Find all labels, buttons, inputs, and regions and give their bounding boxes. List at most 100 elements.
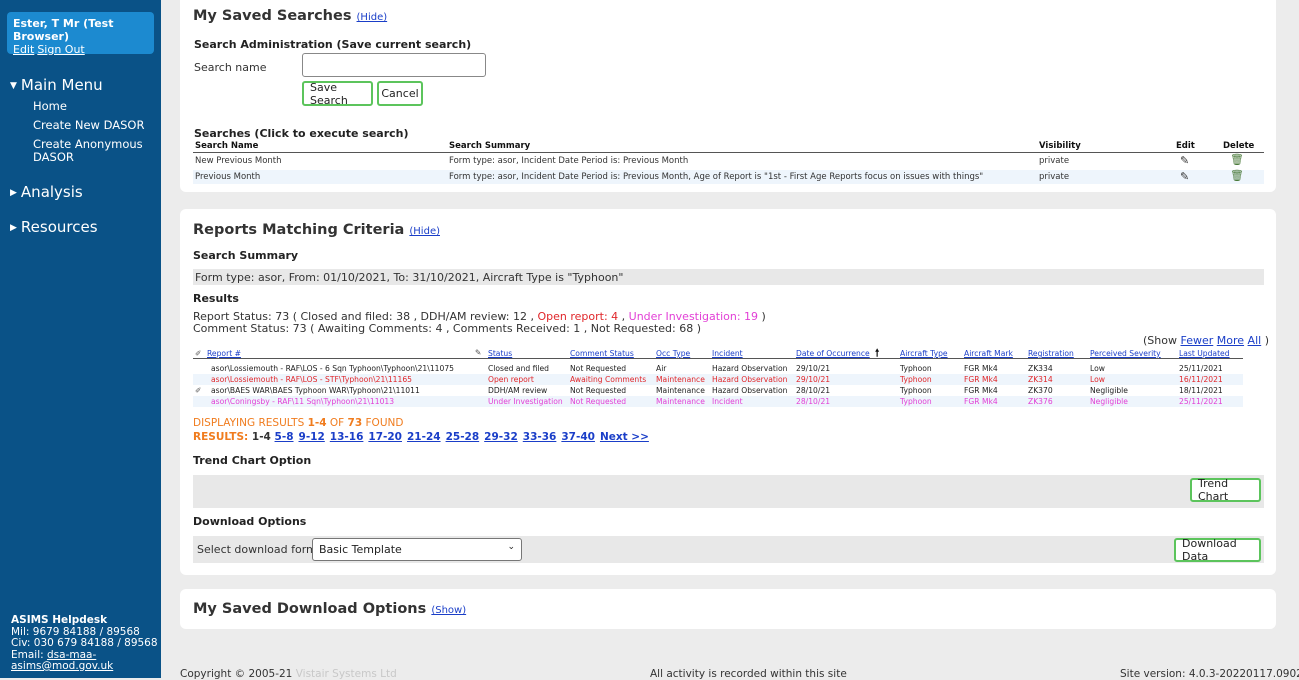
result-registration: ZK376 xyxy=(1028,397,1053,406)
displaying-range: 1-4 xyxy=(307,417,327,429)
save-search-button[interactable]: Save Search xyxy=(302,81,373,107)
results-row[interactable]: ✐ asor\BAES WAR\BAES Typhoon WAR\Typhoon\… xyxy=(193,385,1243,396)
result-aircraft-mark: FGR Mk4 xyxy=(964,397,998,406)
result-incident: Incident xyxy=(712,397,743,406)
download-data-button[interactable]: Download Data xyxy=(1174,537,1261,563)
cancel-button[interactable]: Cancel xyxy=(377,81,423,106)
saved-search-row[interactable]: New Previous Month Form type: asor, Inci… xyxy=(193,153,1264,168)
col-status[interactable]: Status xyxy=(488,349,512,358)
footer-copyright: Copyright © 2005-21 Vistair Systems Ltd xyxy=(180,668,397,680)
company-name: Vistair Systems Ltd xyxy=(295,668,397,680)
result-comment-status: Awaiting Comments xyxy=(570,375,647,384)
result-occ-type: Air xyxy=(656,364,667,373)
result-comment-status: Not Requested xyxy=(570,364,627,373)
result-aircraft-type: Typhoon xyxy=(900,375,932,384)
result-aircraft-mark: FGR Mk4 xyxy=(964,364,998,373)
search-name-input[interactable] xyxy=(302,53,486,77)
edit-pencil-icon[interactable]: ✎ xyxy=(1180,170,1189,183)
pager-link[interactable]: 25-28 xyxy=(446,431,480,443)
results-row[interactable]: asor\Lossiemouth - RAF\LOS - 6 Sqn Typho… xyxy=(193,363,1243,374)
results-label: Results xyxy=(193,292,239,305)
pager-link[interactable]: 17-20 xyxy=(368,431,402,443)
saved-search-summary: Form type: asor, Incident Date Period is… xyxy=(449,156,689,166)
col-comment-status[interactable]: Comment Status xyxy=(570,349,634,358)
results-row[interactable]: asor\Coningsby - RAF\11 Sqn\Typhoon\21\1… xyxy=(193,396,1243,407)
displaying-suffix: FOUND xyxy=(362,417,404,429)
analysis-label: Analysis xyxy=(20,183,83,201)
results-header: ✐ Report # ✎ Status Comment Status Occ T… xyxy=(193,348,1243,359)
trend-chart-label: Trend Chart Option xyxy=(193,454,312,467)
col-incident[interactable]: Incident xyxy=(712,349,743,358)
footer-site-version: Site version: 4.0.3-20220117.090204 xyxy=(1120,668,1299,680)
saved-downloads-show-link[interactable]: (Show) xyxy=(431,605,466,616)
main-menu-toggle[interactable]: ▼ Main Menu xyxy=(10,76,103,94)
sort-up-arrow-icon[interactable]: 🠕 xyxy=(875,346,879,363)
pager-link[interactable]: 37-40 xyxy=(561,431,595,443)
show-columns-control: (Show Fewer More All ) xyxy=(1143,334,1269,347)
download-format-value: Basic Template xyxy=(319,543,402,556)
analysis-menu-toggle[interactable]: ▶ Analysis xyxy=(10,183,83,201)
sidebar: Ester, T Mr (Test Browser) Edit Sign Out … xyxy=(0,0,161,678)
pager-links: 5-8 9-12 13-16 17-20 21-24 25-28 29-32 33-36 37-… xyxy=(275,431,654,443)
result-date: 29/10/21 xyxy=(796,364,831,373)
result-last-updated: 25/11/2021 xyxy=(1179,397,1223,406)
col-aircraft-type[interactable]: Aircraft Type xyxy=(900,349,948,358)
resources-menu-toggle[interactable]: ▶ Resources xyxy=(10,218,98,236)
resources-label: Resources xyxy=(20,218,98,236)
show-prefix: (Show xyxy=(1143,334,1177,347)
result-incident: Hazard Observation xyxy=(712,364,788,373)
pager-link[interactable]: 5-8 xyxy=(275,431,294,443)
col-report-number[interactable]: Report # xyxy=(207,349,241,358)
col-registration[interactable]: Registration xyxy=(1028,349,1074,358)
result-report-number[interactable]: asor\BAES WAR\BAES Typhoon WAR\Typhoon\2… xyxy=(211,386,420,395)
sign-out-link[interactable]: Sign Out xyxy=(37,43,84,56)
delete-trash-icon[interactable]: 🗑 xyxy=(1230,169,1244,182)
saved-searches-header: Search Name Search Summary Visibility Ed… xyxy=(193,139,1264,153)
pager-link[interactable]: 13-16 xyxy=(330,431,364,443)
saved-downloads-panel: My Saved Download Options (Show) xyxy=(180,589,1276,629)
col-last-updated[interactable]: Last Updated xyxy=(1179,349,1230,358)
search-admin-label: Search Administration (Save current sear… xyxy=(194,38,472,51)
menu-item-create-anonymous-dasor[interactable]: Create Anonymous DASOR xyxy=(33,138,143,164)
edit-profile-link[interactable]: Edit xyxy=(13,43,34,56)
search-summary-label: Search Summary xyxy=(193,249,299,262)
pager-link[interactable]: 33-36 xyxy=(523,431,557,443)
pager-link[interactable]: 9-12 xyxy=(299,431,325,443)
saved-searches-title-text: My Saved Searches xyxy=(193,8,352,24)
pager-link[interactable]: 21-24 xyxy=(407,431,441,443)
pager-next-link[interactable]: Next >> xyxy=(600,431,649,443)
result-last-updated: 25/11/2021 xyxy=(1179,364,1223,373)
col-perceived-severity[interactable]: Perceived Severity xyxy=(1090,349,1161,358)
pin-icon: ✐ xyxy=(195,386,202,395)
col-occ-type[interactable]: Occ Type xyxy=(656,349,690,358)
show-more-link[interactable]: More xyxy=(1217,334,1244,347)
caret-right-icon: ▶ xyxy=(10,223,17,233)
show-fewer-link[interactable]: Fewer xyxy=(1180,334,1213,347)
col-date-of-occurrence[interactable]: Date of Occurrence xyxy=(796,349,870,358)
pager-link[interactable]: 29-32 xyxy=(484,431,518,443)
saved-searches-hide-link[interactable]: (Hide) xyxy=(357,12,388,23)
menu-item-home[interactable]: Home xyxy=(33,100,67,113)
saved-search-name[interactable]: Previous Month xyxy=(195,172,260,182)
result-comment-status: Not Requested xyxy=(570,386,627,395)
result-report-number[interactable]: asor\Coningsby - RAF\11 Sqn\Typhoon\21\1… xyxy=(211,397,394,406)
saved-search-name[interactable]: New Previous Month xyxy=(195,156,282,166)
result-report-number[interactable]: asor\Lossiemouth - RAF\LOS - STF\Typhoon… xyxy=(211,375,412,384)
displaying-prefix: DISPLAYING RESULTS xyxy=(193,417,308,429)
col-delete: Delete xyxy=(1223,141,1255,151)
edit-column-icon: ✎ xyxy=(475,348,482,357)
menu-item-create-new-dasor[interactable]: Create New DASOR xyxy=(33,119,144,132)
result-report-number[interactable]: asor\Lossiemouth - RAF\LOS - 6 Sqn Typho… xyxy=(211,364,454,373)
show-all-link[interactable]: All xyxy=(1248,334,1262,347)
pager-current: 1-4 xyxy=(251,431,271,443)
reports-hide-link[interactable]: (Hide) xyxy=(409,226,440,237)
download-format-select[interactable]: Basic Template ⌄ xyxy=(312,538,522,561)
displaying-of: OF xyxy=(326,417,348,429)
result-aircraft-type: Typhoon xyxy=(900,364,932,373)
col-aircraft-mark[interactable]: Aircraft Mark xyxy=(964,349,1013,358)
delete-trash-icon[interactable]: 🗑 xyxy=(1230,153,1244,166)
results-row[interactable]: asor\Lossiemouth - RAF\LOS - STF\Typhoon… xyxy=(193,374,1243,385)
saved-search-row[interactable]: Previous Month Form type: asor, Incident… xyxy=(193,169,1264,184)
trend-chart-button[interactable]: Trend Chart xyxy=(1190,477,1261,503)
edit-pencil-icon[interactable]: ✎ xyxy=(1180,154,1189,167)
